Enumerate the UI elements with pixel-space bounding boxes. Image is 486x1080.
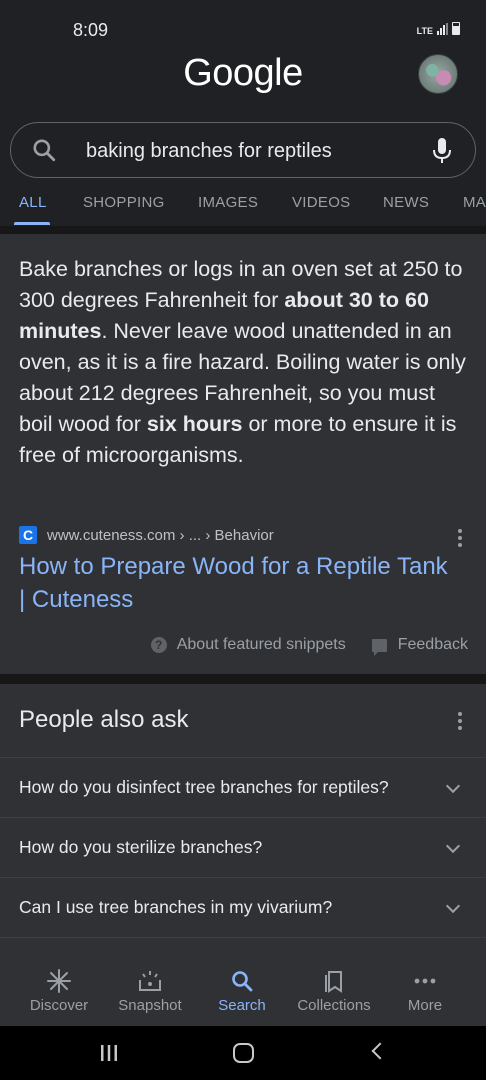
search-tabs: ALL SHOPPING IMAGES VIDEOS NEWS MA bbox=[0, 186, 486, 228]
people-also-ask: People also ask How do you disinfect tre… bbox=[0, 684, 486, 956]
about-snippets-link[interactable]: About featured snippets bbox=[177, 636, 346, 654]
paa-question-item[interactable]: Can I use tree branches in my vivarium? bbox=[0, 877, 486, 937]
google-logo: Google bbox=[183, 52, 303, 94]
featured-snippet: Bake branches or logs in an oven set at … bbox=[0, 234, 486, 674]
mic-icon[interactable] bbox=[431, 136, 453, 166]
result-title-link[interactable]: How to Prepare Wood for a Reptile Tank |… bbox=[19, 550, 459, 616]
snapshot-icon bbox=[139, 971, 161, 991]
source-row[interactable]: C www.cuteness.com › ... › Behavior bbox=[19, 524, 274, 546]
recents-icon[interactable] bbox=[100, 1044, 118, 1062]
nav-collections[interactable]: Collections bbox=[288, 956, 380, 1026]
bottom-nav: Discover Snapshot Search Collections Mor… bbox=[0, 956, 486, 1026]
nav-discover[interactable]: Discover bbox=[13, 956, 105, 1026]
collections-icon bbox=[325, 971, 342, 993]
account-avatar[interactable] bbox=[418, 54, 458, 94]
paa-title: People also ask bbox=[19, 706, 189, 733]
snippet-text: Bake branches or logs in an oven set at … bbox=[19, 257, 466, 467]
chevron-down-icon[interactable] bbox=[445, 778, 461, 794]
chevron-down-icon[interactable] bbox=[445, 898, 461, 914]
search-box[interactable]: baking branches for reptiles bbox=[10, 122, 476, 178]
signal-icon bbox=[437, 23, 448, 35]
divider bbox=[0, 674, 486, 684]
nav-snapshot[interactable]: Snapshot bbox=[104, 956, 196, 1026]
search-icon[interactable] bbox=[31, 137, 57, 163]
feedback-icon bbox=[371, 638, 387, 656]
paa-question-item[interactable]: How do you sterilize branches? bbox=[0, 817, 486, 877]
divider bbox=[0, 226, 486, 234]
more-horiz-icon bbox=[414, 978, 436, 984]
tab-shopping[interactable]: SHOPPING bbox=[83, 194, 165, 211]
paa-question: How do you disinfect tree branches for r… bbox=[19, 777, 389, 797]
status-bar: 8:09 LTE bbox=[0, 0, 486, 54]
nav-more[interactable]: More bbox=[379, 956, 471, 1026]
tab-videos[interactable]: VIDEOS bbox=[292, 194, 350, 211]
paa-question: Can I use tree branches in my vivarium? bbox=[19, 897, 333, 917]
tab-images[interactable]: IMAGES bbox=[198, 194, 258, 211]
screen: 8:09 LTE Google baking branches for rept… bbox=[0, 0, 486, 1080]
divider bbox=[0, 937, 486, 956]
status-icons: LTE bbox=[416, 22, 460, 36]
feedback-link[interactable]: Feedback bbox=[398, 636, 468, 654]
site-favicon-icon: C bbox=[19, 526, 37, 544]
help-icon: ? bbox=[150, 637, 167, 653]
tab-all[interactable]: ALL bbox=[19, 194, 47, 211]
nav-label: Search bbox=[218, 997, 266, 1014]
asterisk-icon bbox=[47, 969, 71, 993]
source-url[interactable]: www.cuteness.com › ... › Behavior bbox=[47, 527, 274, 544]
active-tab-indicator bbox=[14, 222, 50, 225]
tab-news[interactable]: NEWS bbox=[383, 194, 429, 211]
home-icon[interactable] bbox=[233, 1043, 254, 1063]
chevron-down-icon[interactable] bbox=[445, 838, 461, 854]
nav-label: Discover bbox=[29, 997, 89, 1014]
status-time: 8:09 bbox=[73, 20, 109, 40]
more-vert-icon[interactable] bbox=[458, 529, 462, 550]
snippet-footer: ? About featured snippets Feedback bbox=[150, 636, 468, 656]
battery-icon bbox=[452, 22, 460, 35]
back-icon[interactable] bbox=[371, 1042, 389, 1060]
tab-maps[interactable]: MA bbox=[463, 194, 486, 211]
search-icon bbox=[232, 971, 253, 992]
nav-label: More bbox=[407, 997, 443, 1014]
nav-label: Snapshot bbox=[118, 997, 182, 1014]
nav-search[interactable]: Search bbox=[196, 956, 288, 1026]
nav-label: Collections bbox=[297, 997, 371, 1014]
more-vert-icon[interactable] bbox=[458, 712, 462, 733]
search-input[interactable]: baking branches for reptiles bbox=[86, 140, 332, 163]
paa-question: How do you sterilize branches? bbox=[19, 837, 263, 857]
lte-indicator: LTE bbox=[416, 26, 433, 36]
paa-question-item[interactable]: How do you disinfect tree branches for r… bbox=[0, 757, 486, 817]
system-nav-bar bbox=[0, 1026, 486, 1080]
